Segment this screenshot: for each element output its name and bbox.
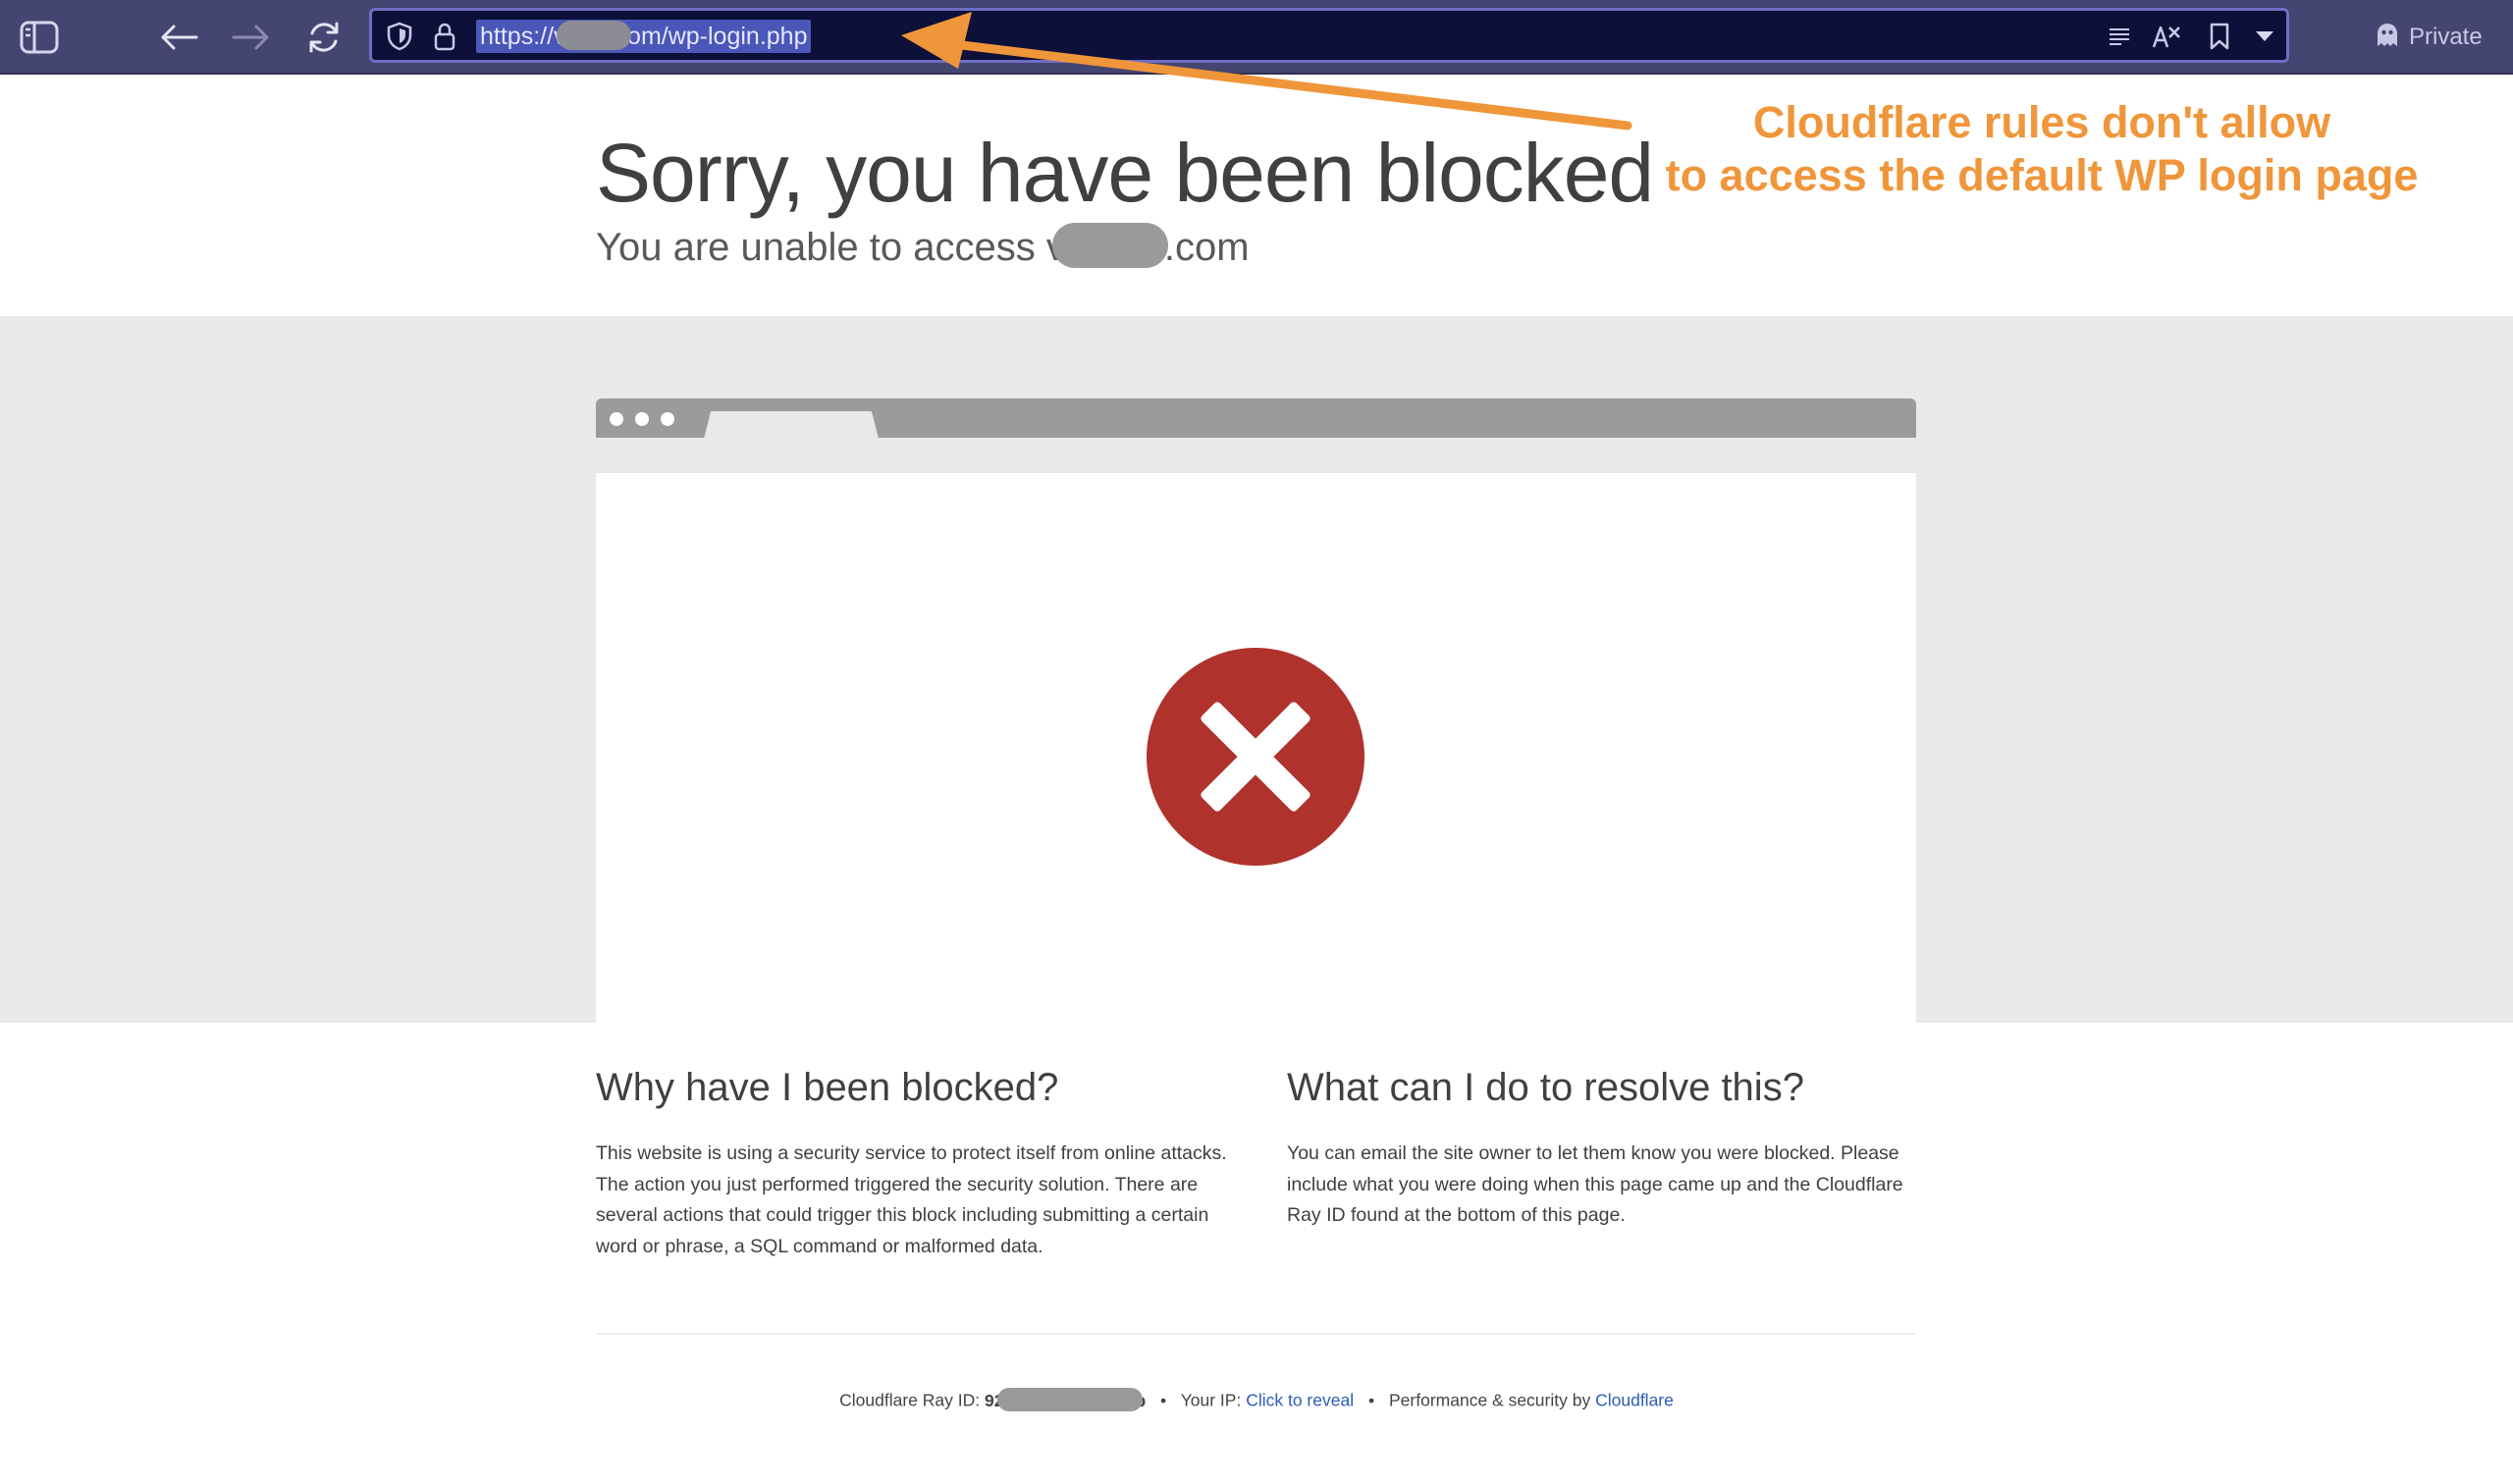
reader-icon[interactable] <box>2104 21 2135 52</box>
annotation-line-2: to access the default WP login page <box>1665 150 2419 200</box>
footer-separator: • <box>1367 1390 1375 1410</box>
url-text[interactable]: https://v com/wp-login.php <box>476 20 812 53</box>
ghost-icon <box>2376 22 2409 54</box>
ray-id-value: 92b <box>985 1388 1146 1411</box>
redacted-domain <box>556 21 631 51</box>
your-ip-label: Your IP: <box>1180 1390 1242 1410</box>
browser-toolbar: https://v com/wp-login.php Private <box>0 0 2513 75</box>
redacted-ray-id <box>997 1388 1144 1411</box>
forward-button[interactable] <box>226 12 277 63</box>
subtitle-suffix: .com <box>1163 226 1250 269</box>
why-blocked-text: This website is using a security service… <box>596 1142 1227 1257</box>
resolve-text: You can email the site owner to let them… <box>1287 1142 1903 1226</box>
error-x-icon <box>1147 648 1364 866</box>
page-subtitle: You are unable to access v .com <box>596 223 1250 272</box>
window-dot <box>610 412 623 426</box>
annotation-callout: Cloudflare rules don't allow to access t… <box>1649 96 2434 202</box>
url-prefix: https://v <box>480 23 566 50</box>
performance-label: Performance & security by <box>1389 1390 1591 1410</box>
url-suffix: com/wp-login.php <box>615 23 808 50</box>
subtitle-prefix: You are unable to access v <box>596 226 1066 269</box>
window-dot <box>635 412 649 426</box>
forward-arrow-icon <box>232 23 271 52</box>
private-label: Private <box>2409 24 2483 50</box>
reload-button[interactable] <box>298 12 349 63</box>
cloudflare-link[interactable]: Cloudflare <box>1595 1391 1674 1410</box>
annotation-line-1: Cloudflare rules don't allow <box>1752 97 2331 147</box>
sidebar-icon <box>20 21 59 54</box>
private-browsing-indicator[interactable]: Private <box>2376 20 2483 55</box>
window-dot <box>661 412 674 426</box>
lock-icon[interactable] <box>429 21 460 52</box>
redacted-domain <box>1051 223 1168 269</box>
footer-separator: • <box>1160 1390 1167 1410</box>
reload-icon <box>306 20 342 55</box>
why-blocked-heading: Why have I been blocked? <box>596 1066 1059 1109</box>
reveal-ip-link[interactable]: Click to reveal <box>1246 1391 1354 1410</box>
sidebar-toggle-button[interactable] <box>14 12 65 63</box>
bookmark-icon[interactable] <box>2204 21 2235 52</box>
back-button[interactable] <box>153 12 204 63</box>
back-arrow-icon <box>159 23 198 52</box>
ray-id-label: Cloudflare Ray ID: <box>839 1390 981 1410</box>
footer: Cloudflare Ray ID: 92b • Your IP: Click … <box>0 1388 2513 1413</box>
address-bar[interactable]: https://v com/wp-login.php <box>369 8 2289 63</box>
browser-illustration-header <box>596 398 1916 439</box>
footer-divider <box>596 1333 1916 1335</box>
translate-icon[interactable] <box>2151 21 2182 52</box>
illustration-tab <box>704 411 879 439</box>
page-title: Sorry, you have been blocked <box>596 127 1654 219</box>
chevron-down-icon[interactable] <box>2249 21 2280 52</box>
shield-icon[interactable] <box>384 21 415 52</box>
resolve-heading: What can I do to resolve this? <box>1287 1066 1804 1109</box>
